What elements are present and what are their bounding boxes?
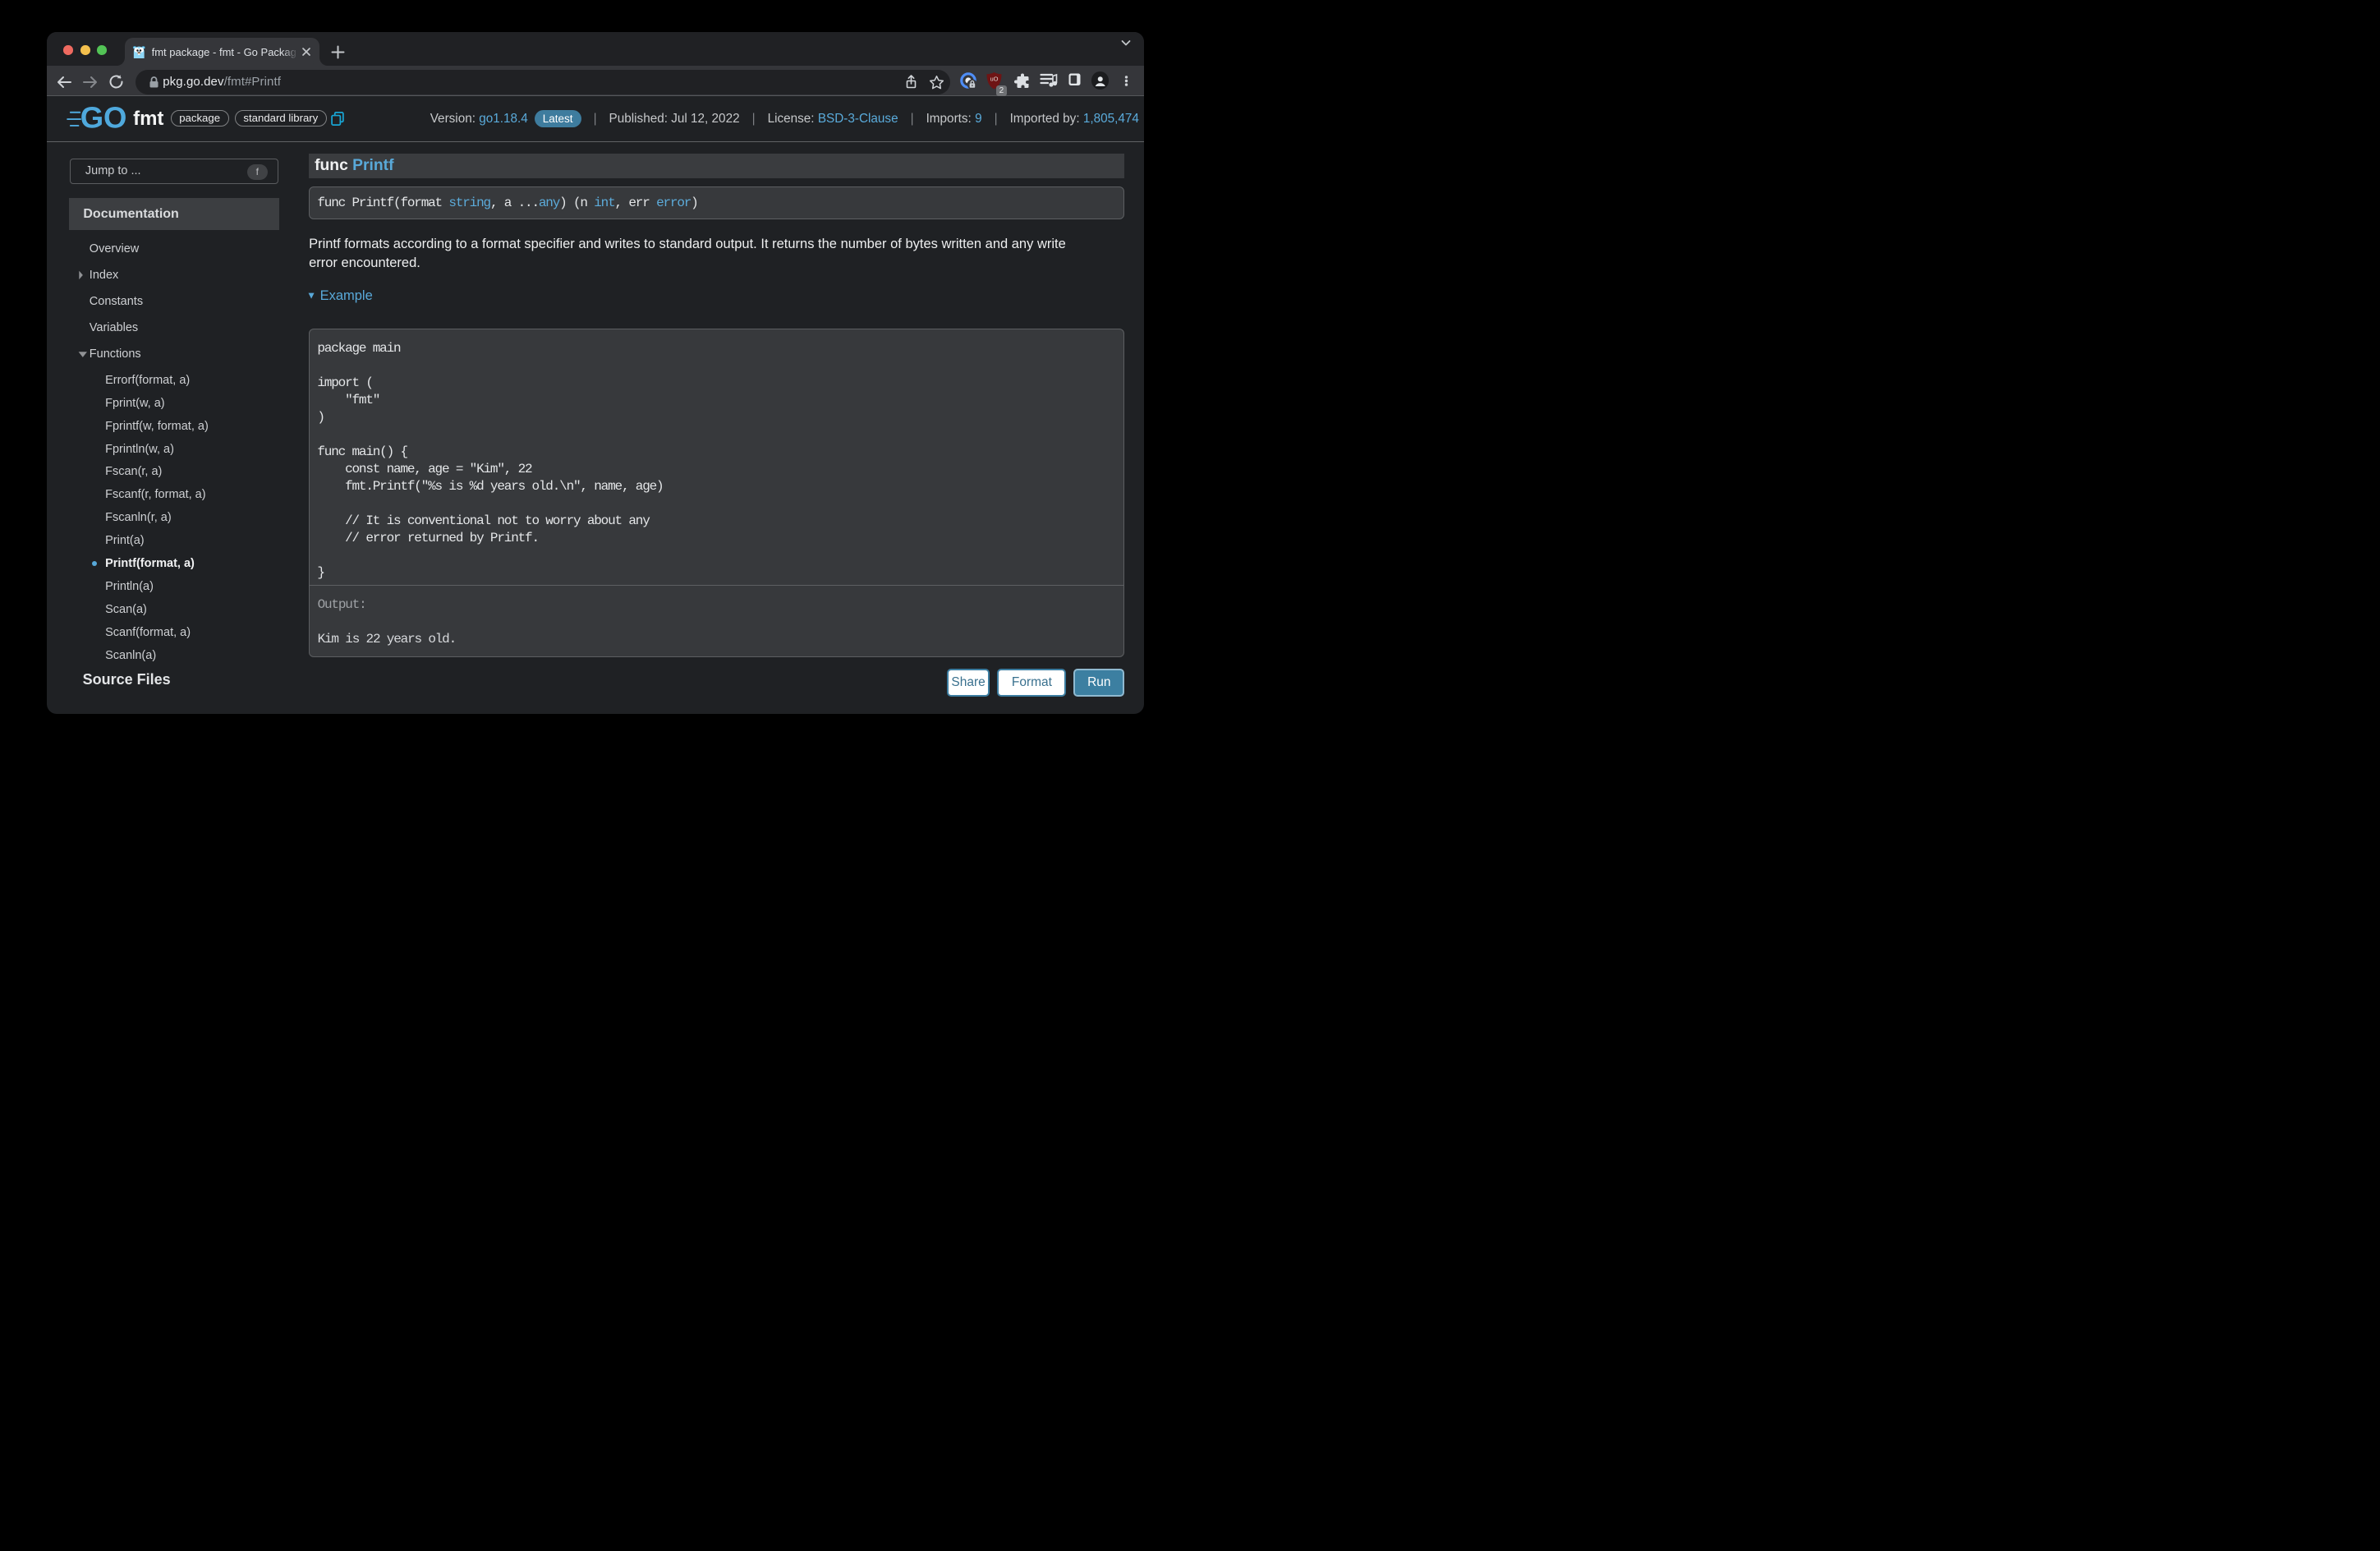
svg-text:uO: uO xyxy=(990,76,998,83)
svg-text:GO: GO xyxy=(80,107,126,131)
